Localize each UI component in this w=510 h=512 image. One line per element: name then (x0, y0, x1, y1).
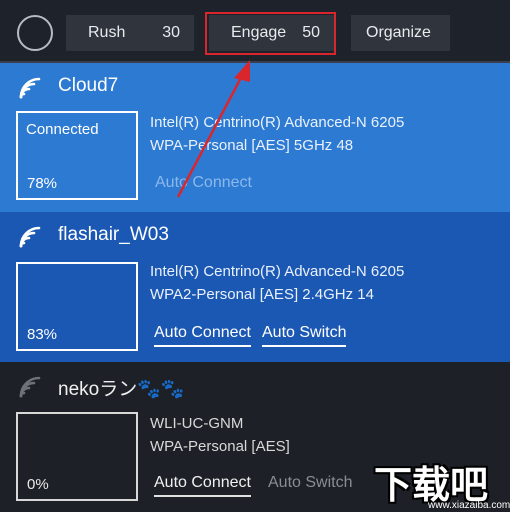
connection-status: Connected (26, 121, 99, 138)
wifi-signal-icon (19, 376, 41, 398)
engage-highlight-box (205, 12, 336, 55)
wifi-signal-icon (19, 226, 41, 248)
signal-strength: 83% (27, 326, 58, 343)
auto-switch-toggle[interactable]: Auto Switch (268, 474, 352, 495)
circle-button[interactable] (17, 15, 53, 51)
wifi-signal-icon (19, 77, 41, 99)
signal-box: Connected 78% (16, 111, 138, 200)
toolbar: Rush 30 Engage 50 Organize (0, 0, 510, 63)
auto-connect-toggle[interactable]: Auto Connect (154, 324, 251, 347)
adapter-name: Intel(R) Centrino(R) Advanced-N 6205 (150, 263, 405, 280)
signal-strength: 78% (27, 175, 58, 192)
auto-switch-toggle[interactable]: Auto Switch (262, 324, 347, 347)
rush-value: 30 (162, 24, 180, 41)
security-info: WPA-Personal [AES] (150, 438, 290, 455)
watermark-url: www.xiazaiba.com (428, 500, 510, 511)
auto-connect-toggle[interactable]: Auto Connect (154, 474, 251, 497)
network-name: flashair_W03 (58, 224, 169, 245)
network-card[interactable]: flashair_W03 83% Intel(R) Centrino(R) Ad… (0, 212, 510, 362)
signal-box: 83% (16, 262, 138, 351)
security-info: WPA-Personal [AES] 5GHz 48 (150, 137, 354, 154)
auto-connect-toggle[interactable]: Auto Connect (155, 174, 252, 195)
network-name: nekoラン🐾🐾 (58, 379, 185, 400)
organize-button[interactable]: Organize (351, 15, 450, 51)
watermark-logo: 下载吧 www.xiazaiba.com (370, 452, 510, 512)
security-info: WPA2-Personal [AES] 2.4GHz 14 (150, 286, 374, 303)
network-name: Cloud7 (58, 75, 119, 96)
organize-label: Organize (366, 24, 431, 41)
rush-button[interactable]: Rush 30 (66, 15, 194, 51)
rush-label: Rush (88, 24, 126, 41)
signal-box: 0% (16, 412, 138, 501)
adapter-name: Intel(R) Centrino(R) Advanced-N 6205 (150, 114, 405, 131)
signal-strength: 0% (27, 476, 49, 493)
adapter-name: WLI-UC-GNM (150, 415, 244, 432)
network-card[interactable]: Cloud7 Connected 78% Intel(R) Centrino(R… (0, 63, 510, 212)
